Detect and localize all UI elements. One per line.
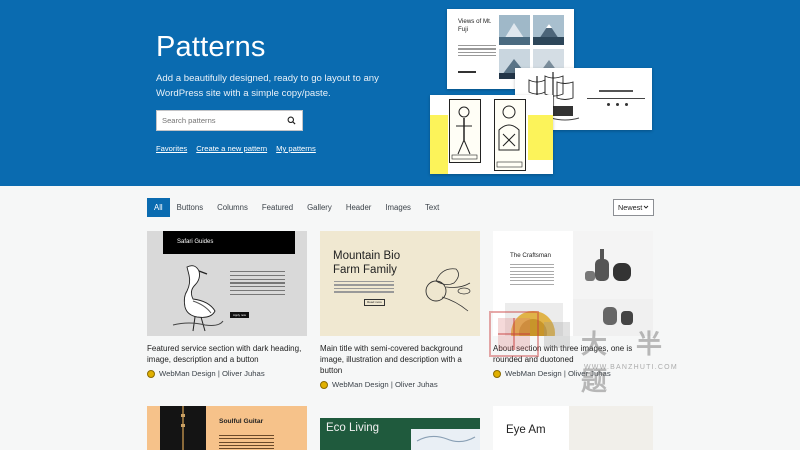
thumb-image	[160, 406, 206, 450]
hero-banner: Patterns Add a beautifully designed, rea…	[0, 0, 800, 186]
bird-illustration	[172, 265, 224, 332]
preview-text-lines	[458, 45, 496, 59]
tarot-card	[494, 99, 526, 171]
preview-link	[458, 71, 476, 73]
preview-tarot-pattern	[430, 95, 553, 174]
sort-select[interactable]: Newest	[613, 199, 654, 216]
thumb-button: Read more	[364, 299, 385, 306]
social-icons	[607, 103, 628, 106]
preview-fuji-title: Views of Mt. Fuji	[458, 18, 492, 33]
fuji-image	[533, 15, 564, 45]
tab-header[interactable]: Header	[339, 198, 379, 217]
thumb-text-lines	[230, 271, 285, 297]
avatar	[147, 369, 155, 378]
pattern-thumbnail[interactable]: Mountain Bio Farm Family Read more	[320, 231, 480, 336]
thumb-heading: Eco Living	[326, 422, 380, 434]
pattern-author[interactable]: WebMan Design | Oliver Juhas	[147, 369, 265, 378]
pattern-card[interactable]: Safari Guides Apply now Featured service…	[147, 231, 307, 381]
thumb-image	[411, 429, 480, 450]
tab-images[interactable]: Images	[378, 198, 418, 217]
tab-all[interactable]: All	[147, 198, 170, 217]
author-name: WebMan Design | Oliver Juhas	[332, 380, 438, 389]
pattern-thumbnail[interactable]: The Craftsman	[493, 231, 653, 336]
category-filter-bar: All Buttons Columns Featured Gallery Hea…	[147, 198, 446, 217]
thumb-button: Apply now	[230, 312, 249, 318]
pattern-thumbnail[interactable]: Eco Living	[320, 418, 480, 450]
search-box[interactable]	[156, 110, 303, 131]
hero-description: Add a beautifully designed, ready to go …	[156, 73, 379, 99]
pattern-author[interactable]: WebMan Design | Oliver Juhas	[493, 369, 611, 378]
plant-illustration	[425, 268, 471, 312]
pattern-card[interactable]: The Craftsman About section with three i…	[493, 231, 653, 381]
pattern-title[interactable]: About section with three images, one is …	[493, 343, 653, 365]
thumb-heading: Eye Am	[506, 424, 546, 436]
yellow-block	[430, 115, 448, 174]
create-pattern-link[interactable]: Create a new pattern	[196, 144, 267, 153]
page-title: Patterns	[156, 31, 266, 63]
avatar	[320, 380, 328, 389]
tab-gallery[interactable]: Gallery	[300, 198, 339, 217]
search-icon[interactable]	[281, 111, 301, 130]
pattern-title[interactable]: Featured service section with dark headi…	[147, 343, 307, 365]
preview-caption	[599, 90, 633, 92]
avatar	[493, 369, 501, 378]
pattern-title[interactable]: Main title with semi-covered background …	[320, 343, 480, 376]
tarot-card	[449, 99, 481, 163]
hero-links: Favorites Create a new pattern My patter…	[156, 144, 316, 153]
tab-columns[interactable]: Columns	[210, 198, 255, 217]
pattern-author[interactable]: WebMan Design | Oliver Juhas	[320, 380, 438, 389]
tab-buttons[interactable]: Buttons	[170, 198, 210, 217]
thumb-heading: Mountain Bio Farm Family	[333, 250, 401, 276]
yellow-block	[528, 115, 553, 160]
fuji-image	[499, 15, 530, 45]
search-input[interactable]	[157, 111, 281, 130]
chevron-down-icon	[643, 204, 649, 212]
preview-divider	[587, 98, 645, 99]
author-name: WebMan Design | Oliver Juhas	[159, 369, 265, 378]
pattern-card[interactable]: Eco Living	[320, 418, 480, 450]
thumb-text-lines	[510, 264, 554, 287]
pattern-thumbnail[interactable]: Eye Am	[493, 406, 653, 450]
tab-text[interactable]: Text	[418, 198, 446, 217]
thumb-text-lines	[334, 281, 394, 295]
pattern-card[interactable]: Eye Am	[493, 406, 653, 450]
thumb-rounded-image	[505, 303, 563, 336]
thumb-image	[569, 406, 653, 450]
thumb-heading: Soulful Guitar	[219, 418, 264, 425]
my-patterns-link[interactable]: My patterns	[276, 144, 316, 153]
thumb-heading: The Craftsman	[510, 252, 551, 259]
favorites-link[interactable]: Favorites	[156, 144, 187, 153]
thumb-image-panel	[573, 231, 653, 299]
author-name: WebMan Design | Oliver Juhas	[505, 369, 611, 378]
tab-featured[interactable]: Featured	[255, 198, 300, 217]
thumb-heading: Safari Guides	[163, 231, 295, 254]
sort-value: Newest	[618, 203, 643, 212]
pattern-card[interactable]: Soulful Guitar	[147, 406, 307, 450]
pattern-thumbnail[interactable]: Soulful Guitar	[147, 406, 307, 450]
pattern-card[interactable]: Mountain Bio Farm Family Read more Main …	[320, 231, 480, 389]
thumb-text-lines	[219, 435, 274, 450]
thumb-image-panel	[573, 299, 653, 336]
pattern-thumbnail[interactable]: Safari Guides Apply now	[147, 231, 307, 336]
